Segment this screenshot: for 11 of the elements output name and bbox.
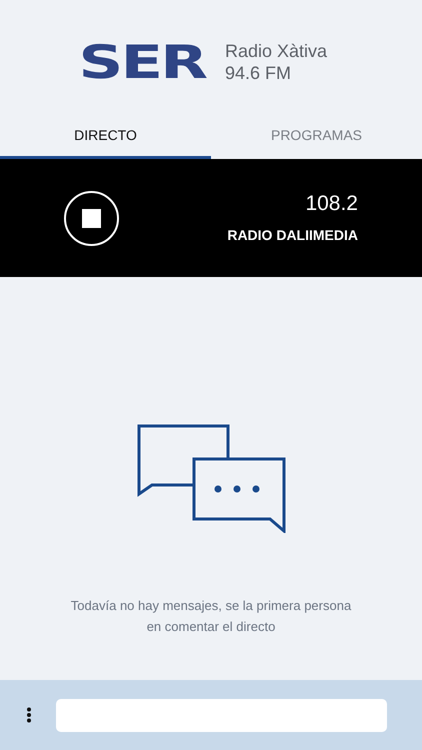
message-input-field[interactable] (56, 698, 387, 732)
station-frequency: 94.6 FM (224, 62, 292, 84)
chat-bubbles-icon (136, 423, 286, 533)
more-options-icon[interactable] (26, 707, 32, 723)
station-name: Radio Xàtiva (224, 40, 328, 62)
logo: SER (78, 38, 206, 84)
frequency: 108.2 (305, 190, 358, 216)
stop-button[interactable] (64, 190, 119, 246)
station-name: RADIO DALIIMEDIA (227, 226, 358, 244)
empty-chat-message: Todavía no hay mensajes, se la primera persona en comentar el directo (70, 597, 352, 636)
tab[interactable]: PROGRAMAS (211, 115, 422, 159)
